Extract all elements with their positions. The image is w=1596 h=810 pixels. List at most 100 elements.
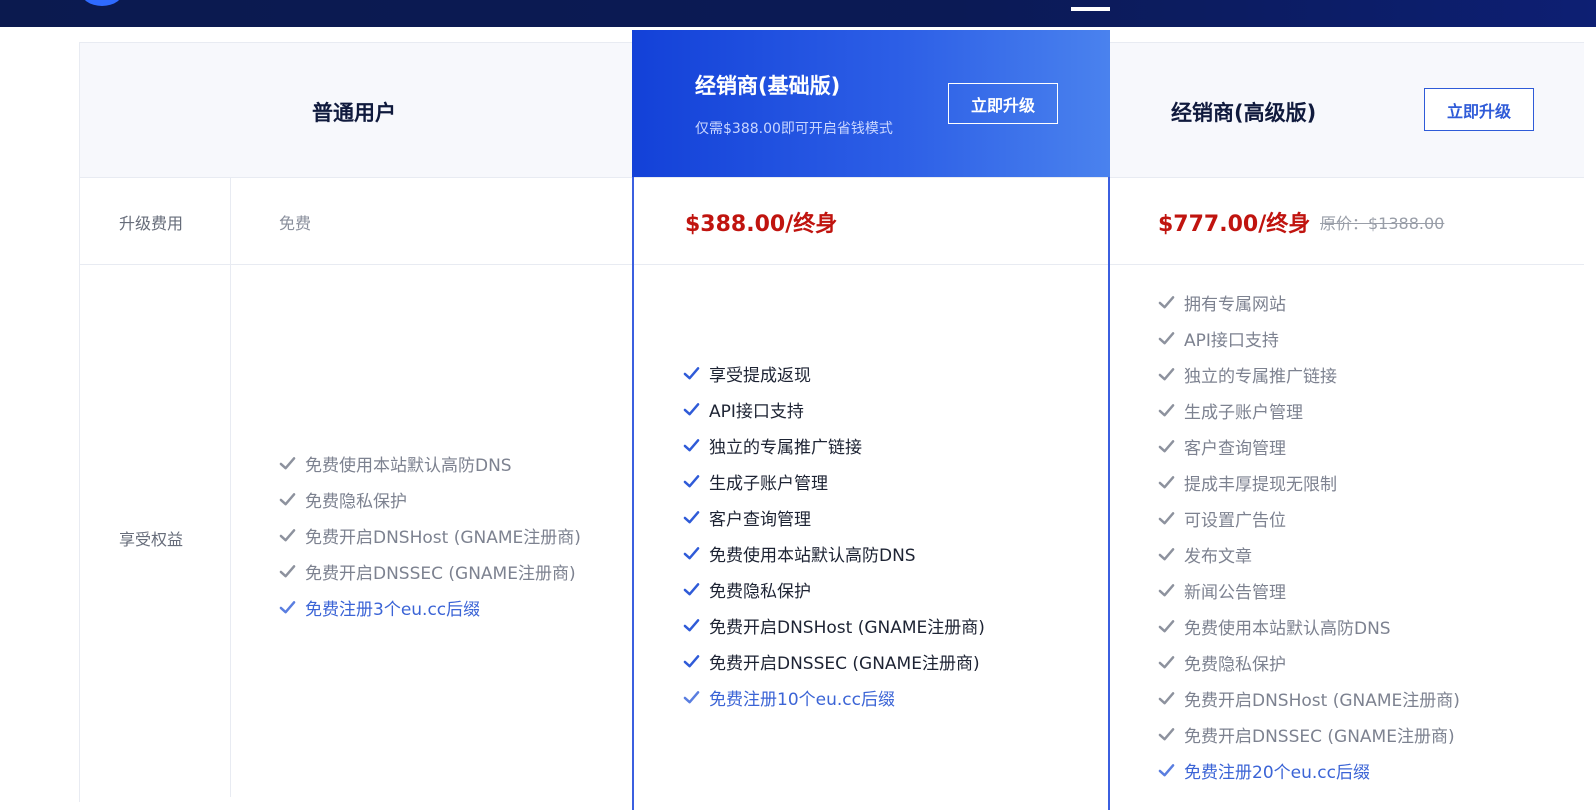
feature-item: 生成子账户管理 <box>683 463 985 499</box>
check-icon <box>279 528 296 541</box>
feature-text: 免费隐私保护 <box>709 581 811 602</box>
check-icon <box>1158 547 1175 560</box>
feature-list-basic: 享受提成返现 API接口支持独立的专属推广链接 生成子账户管理 客户查询管理免费使用本… <box>683 355 985 715</box>
upgrade-button-premium[interactable]: 立即升级 <box>1424 88 1534 131</box>
check-icon <box>1158 331 1175 344</box>
feature-text: 新闻公告管理 <box>1184 582 1286 603</box>
feature-item: 提成丰厚提现无限制 <box>1158 464 1460 500</box>
check-icon <box>1158 439 1175 452</box>
check-icon <box>279 492 296 505</box>
check-icon <box>1158 583 1175 596</box>
check-icon <box>683 654 700 667</box>
feature-text: 免费开启DNSHost (GNAME注册商) <box>1184 690 1460 711</box>
feature-item: 免费开启DNSHost (GNAME注册商) <box>683 607 985 643</box>
feature-item: 免费使用本站默认高防DNS <box>279 445 581 481</box>
feature-text: 享受提成返现 <box>709 365 811 386</box>
feature-text: 免费隐私保护 <box>305 491 407 512</box>
check-icon <box>1158 475 1175 488</box>
feature-list-premium: 拥有专属网站 API接口支持独立的专属推广链接 生成子账户管理 客户查询管理提成丰厚提… <box>1158 284 1460 788</box>
feature-item: 客户查询管理 <box>1158 428 1460 464</box>
feature-text: 免费开启DNSHost (GNAME注册商) <box>709 617 985 638</box>
feature-list-normal: 免费使用本站默认高防DNS 免费隐私保护免费开启DNSHost (GNAME注册商… <box>279 445 581 625</box>
feature-text: 免费使用本站默认高防DNS <box>1184 618 1391 639</box>
feature-text: API接口支持 <box>709 401 804 422</box>
original-price-premium: 原价：$1388.00 <box>1320 214 1445 233</box>
feature-text: 生成子账户管理 <box>709 473 828 494</box>
check-icon <box>1158 727 1175 740</box>
feature-text: 提成丰厚提现无限制 <box>1184 474 1337 495</box>
feature-item: 生成子账户管理 <box>1158 392 1460 428</box>
check-icon <box>683 690 700 703</box>
feature-text: 免费注册20个eu.cc后缀 <box>1184 762 1370 783</box>
feature-item: 免费注册10个eu.cc后缀 <box>683 679 985 715</box>
feature-text: 免费注册3个eu.cc后缀 <box>305 599 481 620</box>
feature-text: 独立的专属推广链接 <box>1184 366 1337 387</box>
check-icon <box>1158 691 1175 704</box>
feature-item: 免费使用本站默认高防DNS <box>1158 608 1460 644</box>
feature-text: 生成子账户管理 <box>1184 402 1303 423</box>
feature-text: 免费使用本站默认高防DNS <box>709 545 916 566</box>
feature-item: 免费隐私保护 <box>1158 644 1460 680</box>
check-icon <box>1158 655 1175 668</box>
feature-text: 客户查询管理 <box>1184 438 1286 459</box>
feature-text: 客户查询管理 <box>709 509 811 530</box>
plan-title-basic: 经销商(基础版) <box>695 74 841 98</box>
check-icon <box>683 438 700 451</box>
fee-normal: 免费 <box>279 214 312 233</box>
check-icon <box>1158 295 1175 308</box>
plan-subtitle-basic: 仅需$388.00即可开启省钱模式 <box>695 121 893 137</box>
feature-item: 享受提成返现 <box>683 355 985 391</box>
plan-title-normal: 普通用户 <box>312 101 396 125</box>
feature-item: API接口支持 <box>683 391 985 427</box>
feature-item: 免费注册20个eu.cc后缀 <box>1158 752 1460 788</box>
feature-item: 客户查询管理 <box>683 499 985 535</box>
feature-item: 免费开启DNSSEC (GNAME注册商) <box>279 553 581 589</box>
feature-item: 免费隐私保护 <box>279 481 581 517</box>
row-label-fee: 升级费用 <box>119 214 184 233</box>
feature-text: 免费开启DNSSEC (GNAME注册商) <box>305 563 576 584</box>
check-icon <box>683 510 700 523</box>
feature-text: 免费开启DNSSEC (GNAME注册商) <box>709 653 980 674</box>
label-column-divider <box>230 177 231 797</box>
feature-text: 发布文章 <box>1184 546 1252 567</box>
feature-text: 免费注册10个eu.cc后缀 <box>709 689 895 710</box>
plan-title-premium: 经销商(高级版) <box>1171 101 1317 125</box>
feature-text: 可设置广告位 <box>1184 510 1286 531</box>
check-icon <box>1158 367 1175 380</box>
feature-item: 免费注册3个eu.cc后缀 <box>279 589 581 625</box>
feature-text: 免费开启DNSSEC (GNAME注册商) <box>1184 726 1455 747</box>
check-icon <box>1158 511 1175 524</box>
check-icon <box>1158 619 1175 632</box>
active-nav-indicator <box>1071 7 1110 11</box>
feature-item: 可设置广告位 <box>1158 500 1460 536</box>
check-icon <box>683 546 700 559</box>
check-icon <box>279 456 296 469</box>
feature-item: 免费开启DNSHost (GNAME注册商) <box>279 517 581 553</box>
check-icon <box>683 474 700 487</box>
logo-icon[interactable] <box>80 0 124 6</box>
feature-item: 免费使用本站默认高防DNS <box>683 535 985 571</box>
feature-item: 独立的专属推广链接 <box>683 427 985 463</box>
feature-text: 免费使用本站默认高防DNS <box>305 455 512 476</box>
check-icon <box>279 564 296 577</box>
top-nav-bar <box>0 0 1596 27</box>
price-basic: $388.00/终身 <box>685 212 838 237</box>
feature-text: 免费开启DNSHost (GNAME注册商) <box>305 527 581 548</box>
check-icon <box>279 600 296 613</box>
feature-text: 拥有专属网站 <box>1184 294 1286 315</box>
feature-text: 独立的专属推广链接 <box>709 437 862 458</box>
row-label-benefits: 享受权益 <box>119 530 184 549</box>
feature-text: 免费隐私保护 <box>1184 654 1286 675</box>
feature-item: 免费开启DNSSEC (GNAME注册商) <box>1158 716 1460 752</box>
check-icon <box>1158 403 1175 416</box>
price-premium: $777.00/终身 <box>1158 212 1311 237</box>
feature-item: 免费开启DNSHost (GNAME注册商) <box>1158 680 1460 716</box>
upgrade-button-basic[interactable]: 立即升级 <box>948 83 1058 124</box>
check-icon <box>683 402 700 415</box>
feature-item: API接口支持 <box>1158 320 1460 356</box>
plan-header-basic: 经销商(基础版) 仅需$388.00即可开启省钱模式 立即升级 <box>632 30 1110 177</box>
feature-item: 拥有专属网站 <box>1158 284 1460 320</box>
feature-item: 免费开启DNSSEC (GNAME注册商) <box>683 643 985 679</box>
feature-text: API接口支持 <box>1184 330 1279 351</box>
feature-item: 免费隐私保护 <box>683 571 985 607</box>
